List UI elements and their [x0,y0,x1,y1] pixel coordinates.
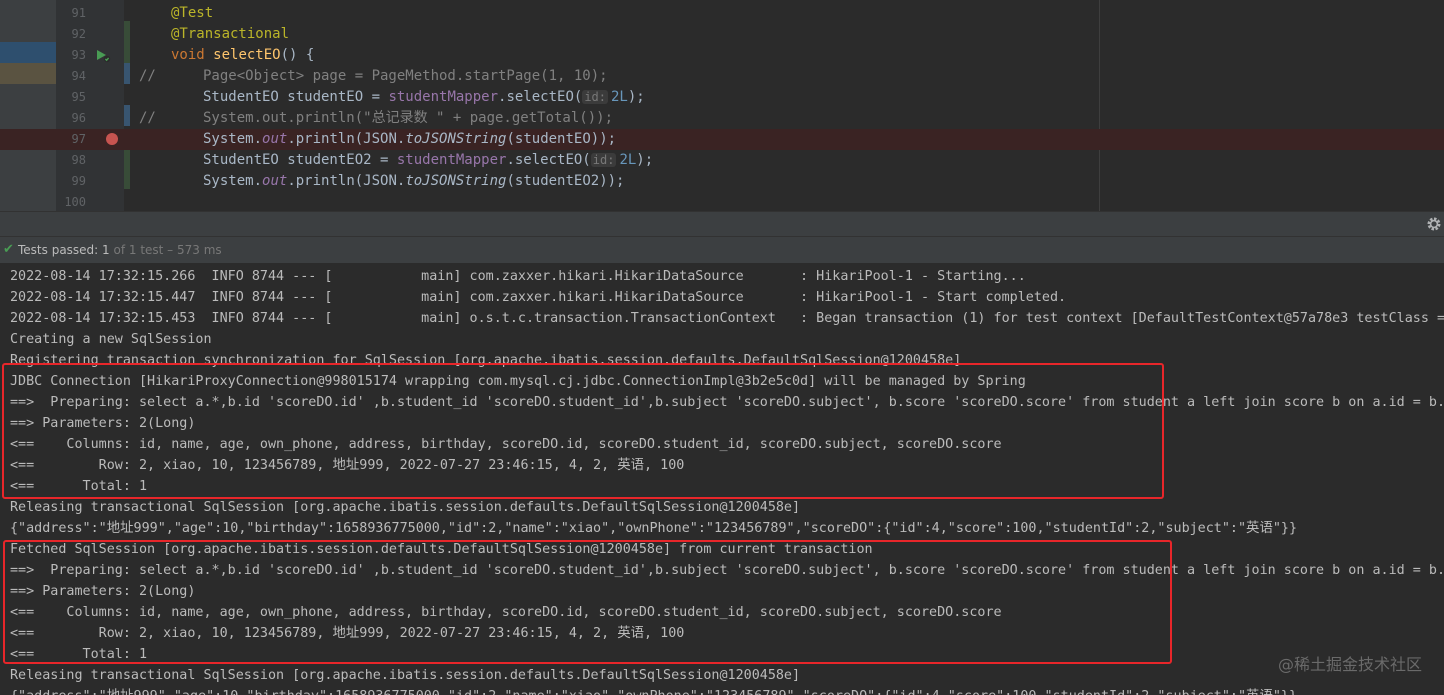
line-number: 93 [71,48,86,62]
console-line: Releasing transactional SqlSession [org.… [10,668,801,683]
line-number: 96 [71,111,86,125]
code-line-91[interactable]: 91 @Test [0,3,1444,24]
method-signature: void selectEO() { [171,47,315,63]
watermark: @稀土掘金技术社区 [1277,655,1422,674]
comment-marker: // [139,68,156,84]
commented-code: System.out.println("总记录数 " + page.getTot… [203,110,614,126]
console-line: 2022-08-14 17:32:15.447 INFO 8744 --- [ … [10,290,1067,305]
line-number: 98 [71,153,86,167]
code-line-93[interactable]: 93 void selectEO() { [0,45,1444,66]
statement-println-2: System.out.println(JSON.toJSONString(stu… [203,173,625,189]
annotation-test: @Test [171,5,214,21]
statement-select-2: StudentEO studentEO2 = studentMapper.sel… [203,152,654,168]
code-line-92[interactable]: 92 @Transactional [0,24,1444,45]
console-line: {"address":"地址999","age":10,"birthday":1… [10,521,1298,536]
test-passed-check-icon: ✔ [3,242,14,257]
run-tool-window-header [0,211,1444,237]
code-line-98[interactable]: 98 StudentEO studentEO2 = studentMapper.… [0,150,1444,171]
commented-code: Page<Object> page = PageMethod.startPage… [203,68,608,84]
code-line-100[interactable]: 100 [0,192,1444,211]
statement-println: System.out.println(JSON.toJSONString(stu… [203,131,617,147]
line-number: 99 [71,174,86,188]
console-line: 2022-08-14 17:32:15.453 INFO 8744 --- [ … [10,311,1444,326]
code-line-94[interactable]: 94 // Page<Object> page = PageMethod.sta… [0,66,1444,87]
console-line: Creating a new SqlSession [10,332,212,347]
line-number: 94 [71,69,86,83]
console-output[interactable]: 2022-08-14 17:32:15.266 INFO 8744 --- [ … [0,263,1444,695]
console-line: 2022-08-14 17:32:15.266 INFO 8744 --- [ … [10,269,1026,284]
param-hint: id: [582,90,608,104]
settings-gear-icon[interactable] [1426,216,1442,232]
code-editor[interactable]: 91 @Test 92 @Transactional 93 void selec… [0,0,1444,211]
run-test-icon[interactable] [95,48,111,64]
param-hint: id: [590,153,617,167]
line-number: 100 [64,195,86,209]
annotation-transactional: @Transactional [171,26,290,42]
console-line: {"address":"地址999","age":10,"birthday":1… [10,686,1297,695]
line-number: 91 [71,6,86,20]
code-line-99[interactable]: 99 System.out.println(JSON.toJSONString(… [0,171,1444,192]
console-line: Releasing transactional SqlSession [org.… [10,500,801,515]
code-line-95[interactable]: 95 StudentEO studentEO = studentMapper.s… [0,87,1444,108]
highlight-box-second-query [3,540,1172,664]
comment-marker: // [139,110,156,126]
code-line-97[interactable]: 97 System.out.println(JSON.toJSONString(… [0,129,1444,150]
highlight-box-first-query [2,363,1164,499]
line-number: 92 [71,27,86,41]
code-line-96[interactable]: 96 // System.out.println("总记录数 " + page.… [0,108,1444,129]
test-status-text: Tests passed: 1 of 1 test – 573 ms [18,243,222,257]
line-number: 95 [71,90,86,104]
statement-select: StudentEO studentEO = studentMapper.sele… [203,89,645,105]
breakpoint-icon[interactable] [106,133,118,145]
line-number: 97 [71,132,86,146]
test-status-bar: ✔ Tests passed: 1 of 1 test – 573 ms [0,237,1444,263]
